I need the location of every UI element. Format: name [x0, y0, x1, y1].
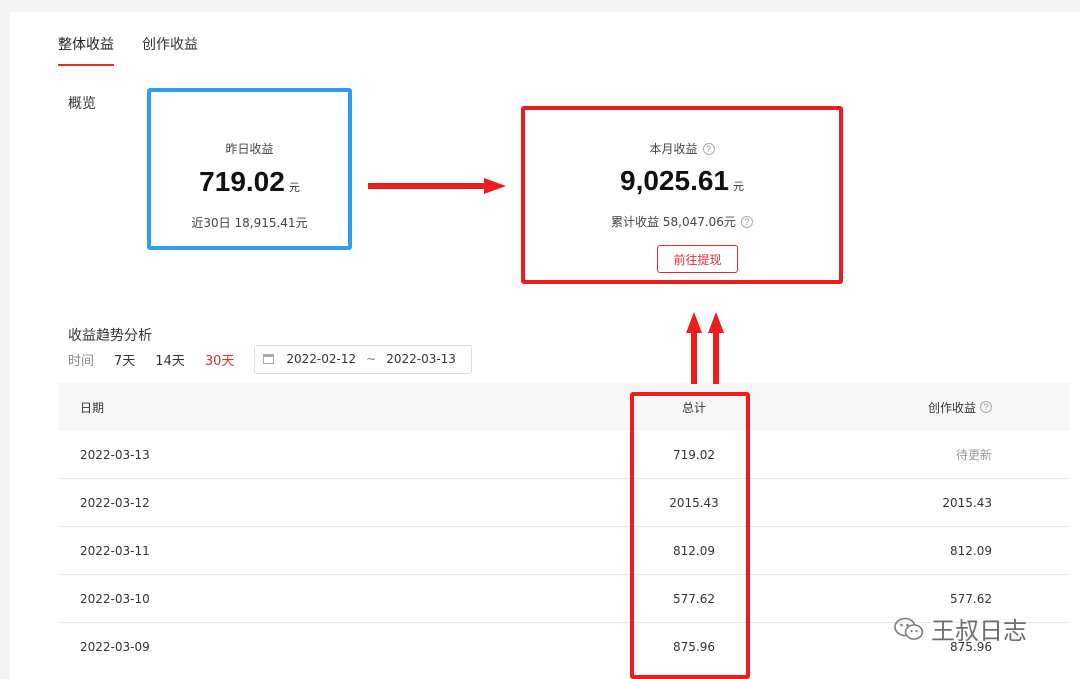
date-range-picker[interactable]: 2022-02-12 ~ 2022-03-13 [254, 344, 473, 374]
date-end: 2022-03-13 [386, 352, 456, 366]
time-filter: 时间 7天 14天 30天 2022-02-12 ~ 2022-03-13 [58, 344, 473, 374]
trend-analysis-title: 收益趋势分析 [68, 328, 152, 344]
row-total: 577.62 [673, 591, 715, 606]
table-row: 2022-03-13 719.02 待更新 [58, 431, 1070, 479]
table-header: 日期 总计 创作收益? [58, 383, 1070, 431]
row-date: 2022-03-11 [80, 543, 150, 558]
row-total: 2015.43 [669, 495, 719, 510]
help-icon[interactable]: ? [702, 142, 715, 155]
tab-bar: 整体收益 创作收益 [58, 34, 198, 66]
row-date: 2022-03-09 [80, 640, 150, 654]
row-creation-income: 577.62 [950, 591, 992, 606]
watermark: 王叔日志 [893, 611, 1027, 646]
row-creation-income: 2015.43 [942, 495, 992, 510]
row-date: 2022-03-13 [80, 447, 150, 462]
yesterday-income-unit: 元 [288, 181, 300, 194]
row-date: 2022-03-12 [80, 495, 150, 510]
row-creation-income: 待更新 [955, 448, 992, 462]
table-row: 2022-03-11 812.09 812.09 [58, 527, 1070, 575]
row-total: 719.02 [673, 447, 715, 462]
help-icon[interactable]: ? [740, 215, 753, 228]
header-creation-income-label: 创作收益 [927, 400, 976, 415]
row-total: 812.09 [673, 543, 715, 558]
cumulative-income: 累计收益 58,047.06元 [611, 215, 736, 229]
date-start: 2022-02-12 [286, 352, 357, 366]
help-icon[interactable]: ? [980, 401, 992, 413]
header-date: 日期 [80, 400, 105, 415]
filter-14-days[interactable]: 14天 [155, 350, 185, 369]
wechat-icon [894, 617, 924, 640]
yesterday-income-title: 昨日收益 [225, 142, 274, 156]
month-income-unit: 元 [733, 180, 744, 193]
tab-creation-income[interactable]: 创作收益 [142, 34, 198, 66]
time-filter-label: 时间 [68, 353, 95, 369]
tab-overall-income[interactable]: 整体收益 [58, 34, 114, 66]
filter-30-days[interactable]: 30天 [205, 350, 235, 369]
header-total: 总计 [681, 400, 706, 415]
table-row: 2022-03-12 2015.43 2015.43 [58, 479, 1070, 527]
month-income-card: 本月收益? 9,025.61 元 累计收益 58,047.06元? 前往提现 [521, 106, 843, 284]
date-separator: ~ [366, 352, 377, 366]
calendar-icon [263, 354, 275, 364]
month-income-title: 本月收益 [649, 142, 698, 156]
yesterday-income-amount: 719.02 [199, 166, 285, 197]
header-creation-income: 创作收益? [730, 399, 1070, 416]
row-date: 2022-03-10 [80, 591, 150, 606]
withdraw-button[interactable]: 前往提现 [657, 245, 738, 273]
month-income-amount: 9,025.61 [620, 165, 729, 196]
filter-7-days[interactable]: 7天 [114, 350, 135, 369]
row-total: 875.96 [673, 640, 715, 654]
row-creation-income: 812.09 [950, 543, 992, 558]
overview-label: 概览 [68, 96, 96, 112]
last-30-days-income: 近30日 18,915.41元 [191, 216, 308, 230]
watermark-text: 王叔日志 [931, 617, 1027, 645]
yesterday-income-card: 昨日收益 719.02 元 近30日 18,915.41元 [147, 88, 352, 250]
